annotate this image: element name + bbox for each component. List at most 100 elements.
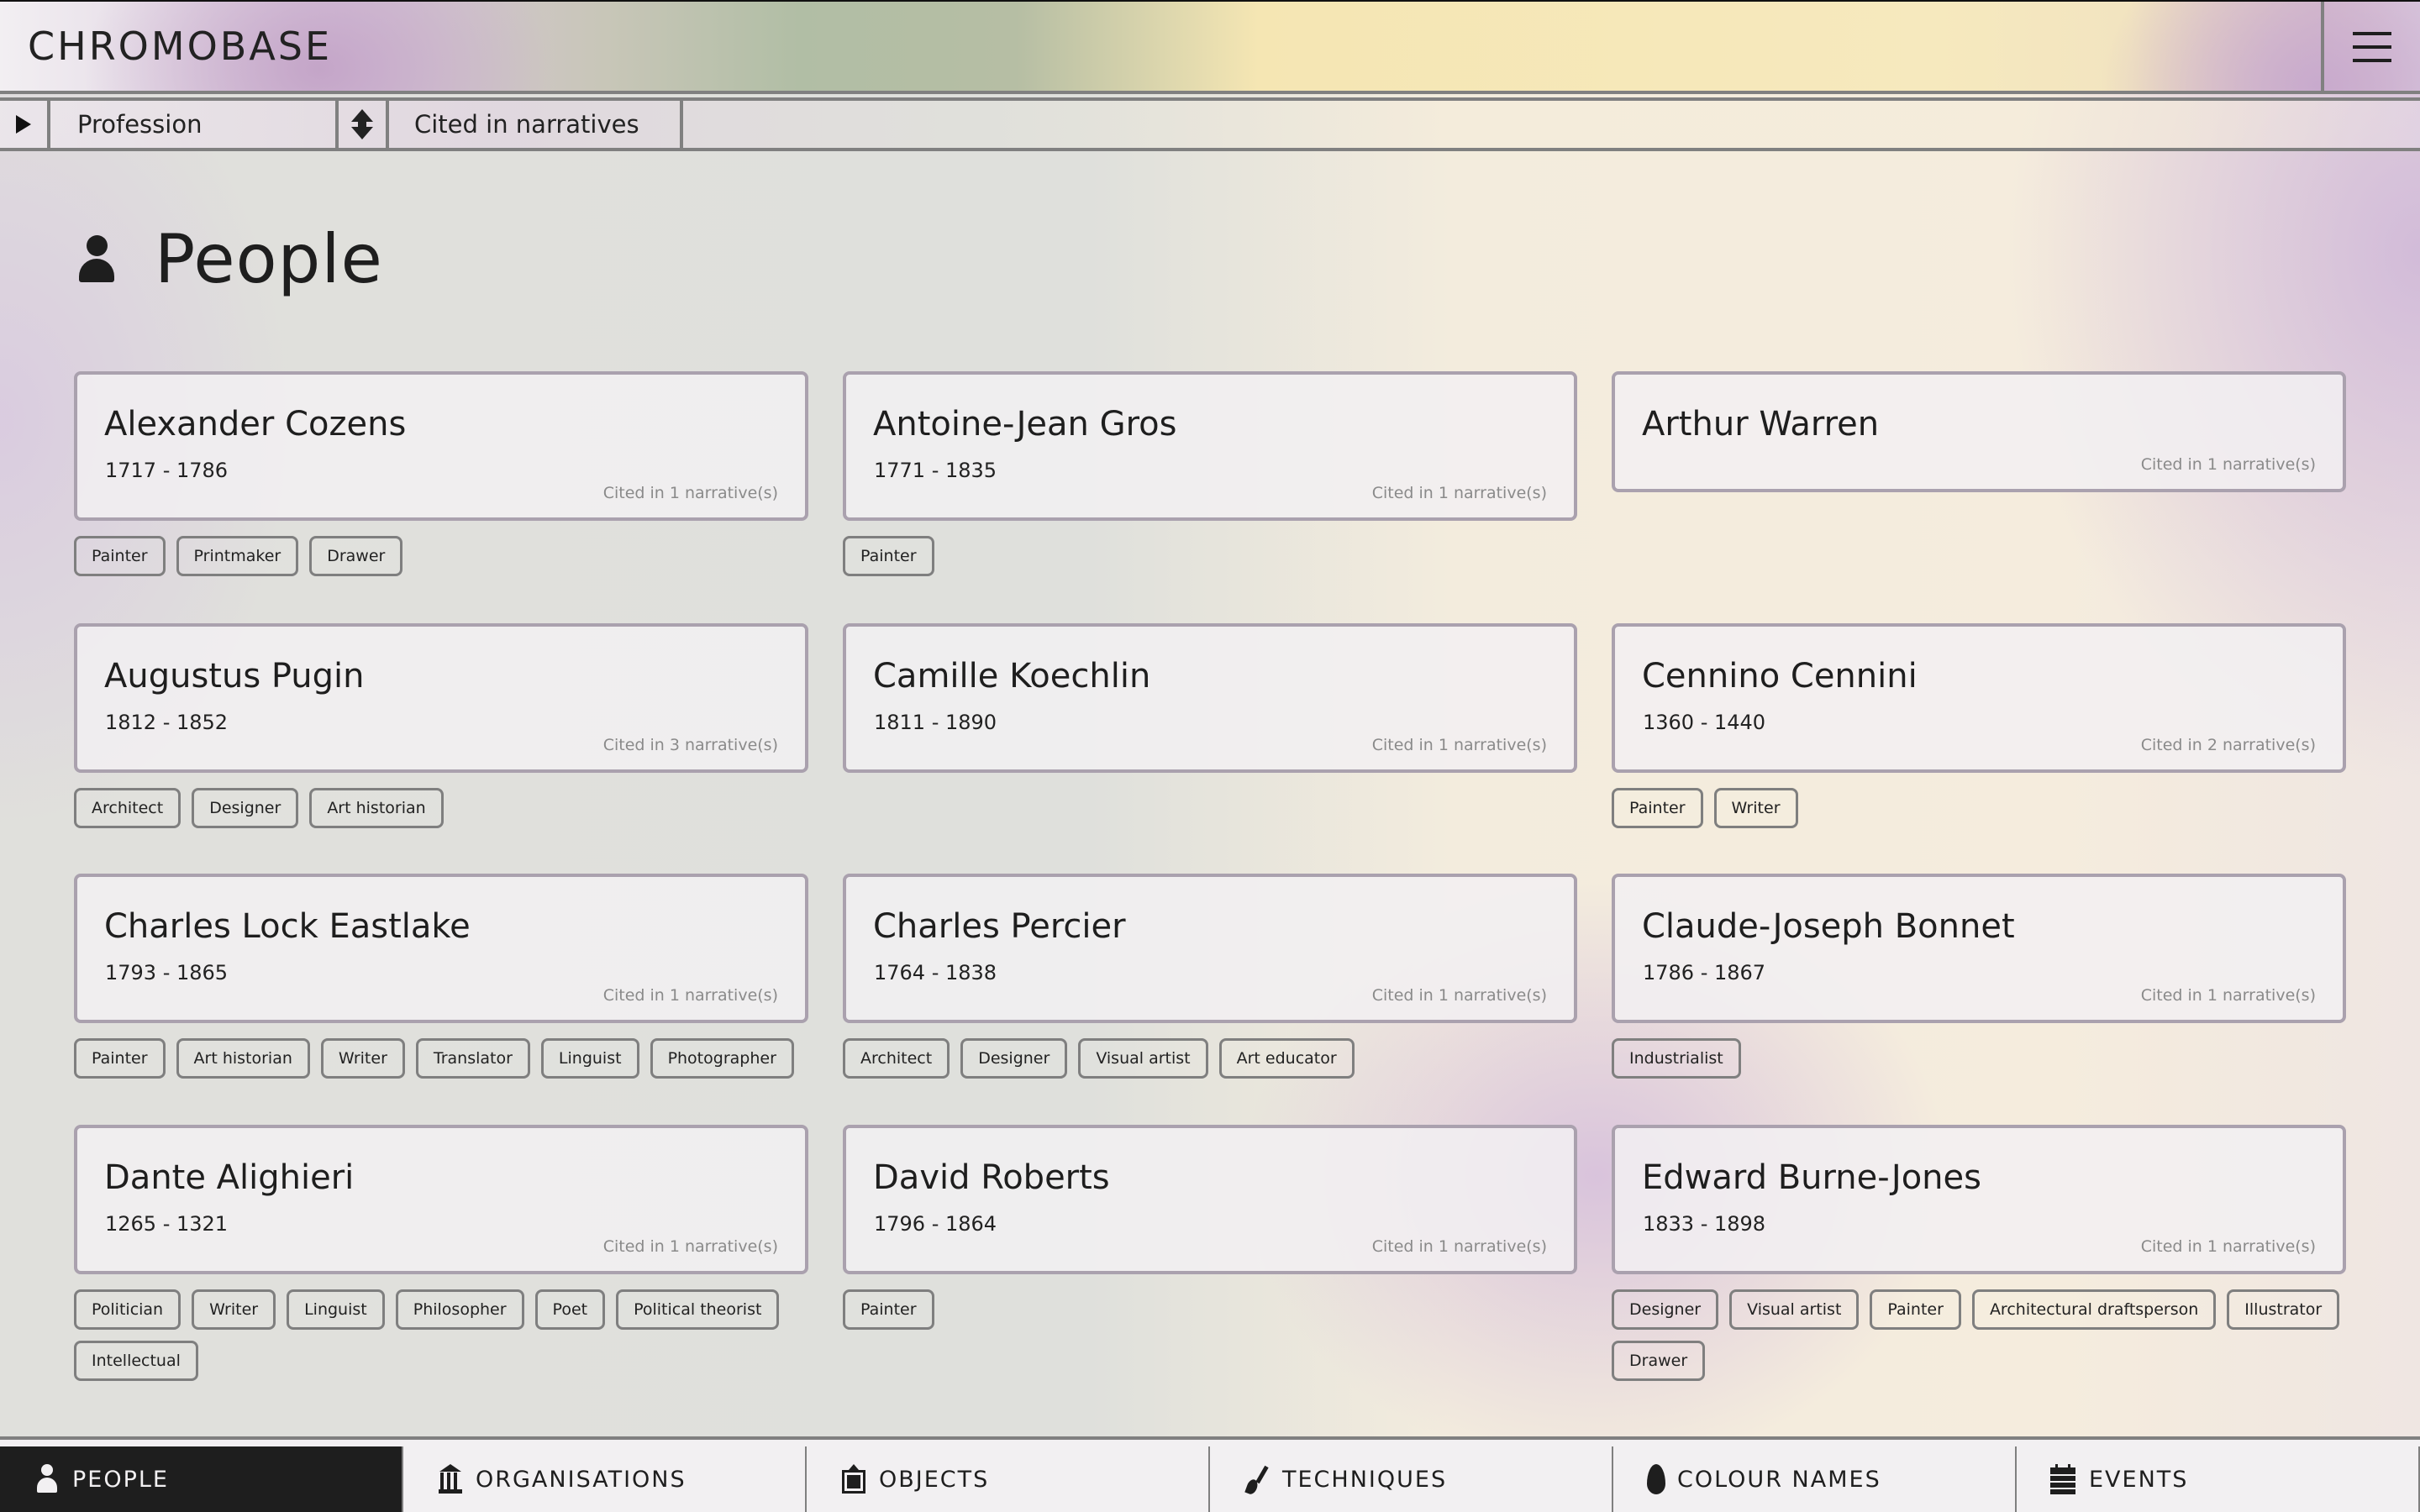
profession-tag[interactable]: Painter (843, 1289, 934, 1330)
cited-in-narratives-sort[interactable]: Cited in narratives (389, 101, 683, 148)
profession-tags: Architect Designer Visual artist Art educat… (843, 1038, 1577, 1079)
person-name: David Roberts (873, 1158, 1110, 1197)
profession-tag[interactable]: Illustrator (2227, 1289, 2340, 1330)
profession-tag[interactable]: Writer (320, 1038, 405, 1079)
brand-logo[interactable]: CHROMOBASE (28, 24, 332, 69)
profession-tag[interactable]: Designer (960, 1038, 1068, 1079)
profession-filter[interactable]: Profession (50, 101, 339, 148)
person-item: Cennino Cennini 1360 - 1440 Cited in 2 nar… (1612, 623, 2346, 828)
person-name: Claude-Joseph Bonnet (1642, 907, 2015, 946)
cited-count: Cited in 1 narrative(s) (1371, 484, 1547, 502)
person-years: 1812 - 1852 (105, 711, 229, 734)
profession-tag[interactable]: Architect (74, 788, 182, 828)
sort-up-down-icon (351, 109, 373, 139)
profession-tag[interactable]: Visual artist (1729, 1289, 1860, 1330)
person-years: 1764 - 1838 (874, 961, 997, 984)
page-title: People (79, 220, 383, 298)
profession-tag[interactable]: Visual artist (1078, 1038, 1208, 1079)
person-years: 1796 - 1864 (874, 1212, 997, 1236)
person-card[interactable]: Antoine-Jean Gros 1771 - 1835 Cited in 1 n… (843, 371, 1577, 521)
person-name: Charles Lock Eastlake (104, 907, 471, 946)
framed-picture-icon (840, 1464, 867, 1494)
profession-tag[interactable]: Painter (1870, 1289, 1961, 1330)
person-card[interactable]: Cennino Cennini 1360 - 1440 Cited in 2 nar… (1612, 623, 2346, 773)
profession-tag[interactable]: Painter (74, 1038, 166, 1079)
app-header: CHROMOBASE (0, 0, 2420, 94)
person-years: 1786 - 1867 (1643, 961, 1766, 984)
menu-button[interactable] (2321, 2, 2420, 92)
profession-tag[interactable]: Translator (415, 1038, 530, 1079)
person-card[interactable]: Camille Koechlin 1811 - 1890 Cited in 1 na… (843, 623, 1577, 773)
nav-tab-label: TECHNIQUES (1282, 1466, 1448, 1493)
nav-tab-label: ORGANISATIONS (476, 1466, 687, 1493)
nav-tab-objects[interactable]: OBJECTS (807, 1446, 1210, 1512)
person-item: Charles Lock Eastlake 1793 - 1865 Cited in… (74, 874, 808, 1079)
profession-tag[interactable]: Art historian (309, 788, 444, 828)
profession-tag[interactable]: Poet (534, 1289, 606, 1330)
profession-tag[interactable]: Linguist (540, 1038, 639, 1079)
person-name: Camille Koechlin (873, 657, 1151, 696)
profession-tag[interactable]: Designer (1612, 1289, 1719, 1330)
cited-count: Cited in 1 narrative(s) (602, 484, 778, 502)
hamburger-menu-icon (2353, 32, 2391, 35)
profession-tag[interactable]: Philosopher (395, 1289, 524, 1330)
profession-tag[interactable]: Drawer (309, 536, 403, 576)
profession-tag[interactable]: Political theorist (616, 1289, 780, 1330)
nav-tab-colour-names[interactable]: COLOUR NAMES (1613, 1446, 2017, 1512)
profession-tags: Painter Art historian Writer Translator Ling… (74, 1038, 808, 1079)
person-name: Arthur Warren (1642, 405, 1880, 444)
profession-tag[interactable]: Linguist (287, 1289, 385, 1330)
profession-tag[interactable]: Painter (74, 536, 166, 576)
profession-tag[interactable]: Politician (74, 1289, 182, 1330)
person-item: Arthur Warren Cited in 1 narrative(s) (1612, 371, 2346, 492)
sort-toggle-button[interactable] (339, 101, 389, 148)
nav-tab-label: COLOUR NAMES (1677, 1466, 1881, 1493)
paint-drop-icon (1647, 1464, 1665, 1494)
person-card[interactable]: Arthur Warren Cited in 1 narrative(s) (1612, 371, 2346, 492)
person-card[interactable]: Edward Burne-Jones 1833 - 1898 Cited in 1 … (1612, 1125, 2346, 1274)
profession-tag[interactable]: Writer (1713, 788, 1798, 828)
expand-filters-button[interactable] (0, 101, 50, 148)
cited-count: Cited in 1 narrative(s) (2140, 986, 2316, 1005)
profession-tag[interactable]: Photographer (650, 1038, 794, 1079)
person-card[interactable]: Dante Alighieri 1265 - 1321 Cited in 1 nar… (74, 1125, 808, 1274)
person-card[interactable]: Claude-Joseph Bonnet 1786 - 1867 Cited in … (1612, 874, 2346, 1023)
profession-tag[interactable]: Art historian (176, 1038, 310, 1079)
profession-tags: Painter (843, 536, 1577, 576)
person-icon (79, 234, 116, 284)
profession-tag[interactable]: Painter (1612, 788, 1703, 828)
profession-tags: Architect Designer Art historian (74, 788, 808, 828)
person-card[interactable]: Charles Lock Eastlake 1793 - 1865 Cited in… (74, 874, 808, 1023)
cited-count: Cited in 1 narrative(s) (2140, 1237, 2316, 1256)
nav-tab-organisations[interactable]: ORGANISATIONS (403, 1446, 807, 1512)
person-item: Dante Alighieri 1265 - 1321 Cited in 1 nar… (74, 1125, 808, 1381)
person-card[interactable]: Augustus Pugin 1812 - 1852 Cited in 3 narr… (74, 623, 808, 773)
person-card[interactable]: Charles Percier 1764 - 1838 Cited in 1 nar… (843, 874, 1577, 1023)
nav-tab-label: OBJECTS (879, 1466, 990, 1493)
person-card[interactable]: David Roberts 1796 - 1864 Cited in 1 narra… (843, 1125, 1577, 1274)
nav-tab-techniques[interactable]: TECHNIQUES (1210, 1446, 1613, 1512)
person-card[interactable]: Alexander Cozens 1717 - 1786 Cited in 1 na… (74, 371, 808, 521)
profession-tag[interactable]: Printmaker (176, 536, 299, 576)
person-item: David Roberts 1796 - 1864 Cited in 1 narra… (843, 1125, 1577, 1330)
profession-tag[interactable]: Architect (843, 1038, 950, 1079)
person-item: Edward Burne-Jones 1833 - 1898 Cited in 1 … (1612, 1125, 2346, 1381)
nav-tab-events[interactable]: EVENTS (2017, 1446, 2420, 1512)
profession-tag[interactable]: Intellectual (74, 1341, 198, 1381)
paintbrush-icon (1244, 1464, 1270, 1496)
profession-tag[interactable]: Painter (843, 536, 934, 576)
profession-tag[interactable]: Industrialist (1612, 1038, 1741, 1079)
person-name: Alexander Cozens (104, 405, 407, 444)
person-item: Claude-Joseph Bonnet 1786 - 1867 Cited in … (1612, 874, 2346, 1079)
nav-tab-people[interactable]: PEOPLE (0, 1446, 403, 1512)
profession-tags: Designer Visual artist Painter Architectura… (1612, 1289, 2346, 1381)
building-columns-icon (437, 1464, 464, 1494)
calendar-icon (2050, 1464, 2077, 1494)
profession-tag[interactable]: Drawer (1612, 1341, 1706, 1381)
profession-tag[interactable]: Art educator (1218, 1038, 1355, 1079)
person-item: Antoine-Jean Gros 1771 - 1835 Cited in 1 n… (843, 371, 1577, 576)
profession-tag[interactable]: Writer (192, 1289, 276, 1330)
profession-tag[interactable]: Designer (192, 788, 299, 828)
cited-count: Cited in 2 narrative(s) (2140, 736, 2316, 754)
profession-tag[interactable]: Architectural draftsperson (1971, 1289, 2217, 1330)
